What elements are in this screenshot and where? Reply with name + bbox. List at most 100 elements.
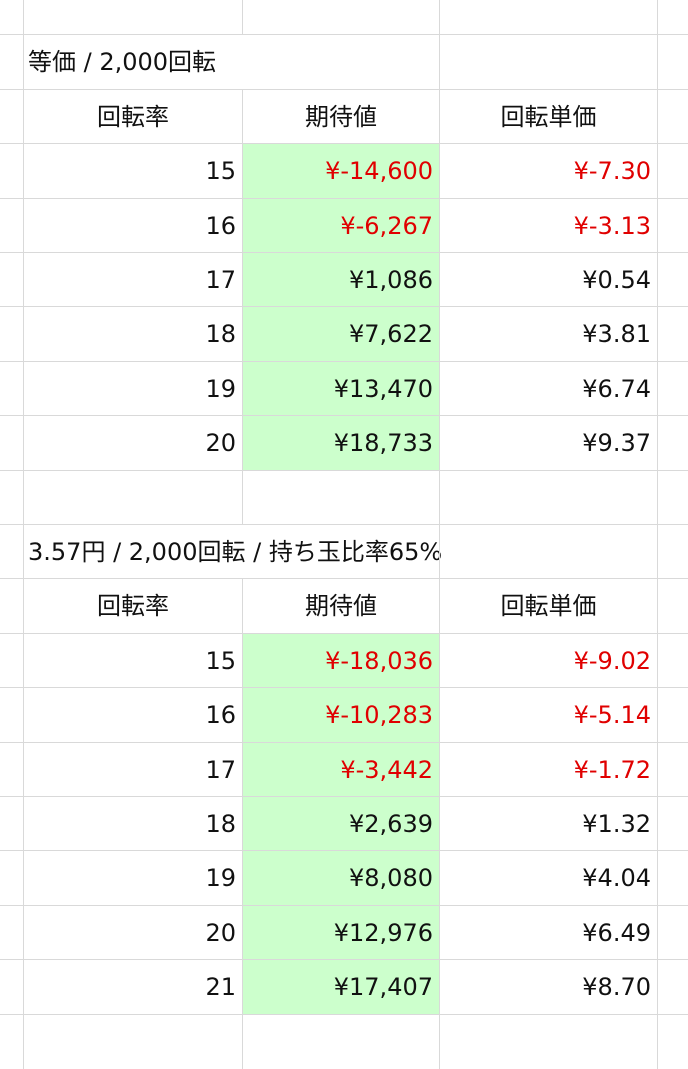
empty-cell[interactable] xyxy=(0,253,24,307)
empty-cell[interactable] xyxy=(243,35,440,90)
empty-cell[interactable] xyxy=(0,144,24,199)
unit-price-cell[interactable]: ¥1.32 xyxy=(440,797,658,851)
expected-value-cell[interactable]: ¥17,407 xyxy=(243,960,440,1015)
empty-cell[interactable] xyxy=(658,579,688,633)
empty-cell[interactable] xyxy=(658,362,688,416)
empty-cell[interactable] xyxy=(0,198,24,253)
rotation-rate-cell[interactable]: 15 xyxy=(24,633,243,688)
empty-cell[interactable] xyxy=(440,525,658,579)
unit-price-cell[interactable]: ¥-7.30 xyxy=(440,144,658,199)
empty-cell[interactable] xyxy=(658,851,688,905)
rotation-rate-cell[interactable]: 21 xyxy=(24,960,243,1015)
expected-value-cell[interactable]: ¥2,639 xyxy=(243,797,440,851)
rotation-rate-cell[interactable]: 19 xyxy=(24,851,243,906)
empty-cell[interactable] xyxy=(0,579,24,634)
empty-cell[interactable] xyxy=(0,742,24,797)
empty-cell[interactable] xyxy=(0,0,24,35)
empty-cell[interactable] xyxy=(658,471,688,525)
unit-price-cell[interactable]: ¥-1.72 xyxy=(440,742,658,797)
expected-value-cell[interactable]: ¥-14,600 xyxy=(243,144,440,199)
empty-cell[interactable] xyxy=(658,906,688,960)
empty-cell[interactable] xyxy=(243,525,440,579)
empty-cell[interactable] xyxy=(24,470,243,525)
empty-cell[interactable] xyxy=(0,797,24,851)
rotation-rate-cell[interactable]: 16 xyxy=(24,688,243,743)
empty-cell[interactable] xyxy=(658,634,688,688)
unit-price-cell[interactable]: ¥-9.02 xyxy=(440,633,658,688)
empty-cell[interactable] xyxy=(440,35,658,90)
unit-price-cell[interactable]: ¥6.74 xyxy=(440,361,658,416)
empty-cell[interactable] xyxy=(0,525,24,579)
rotation-rate-cell[interactable]: 15 xyxy=(24,144,243,199)
empty-cell[interactable] xyxy=(0,905,24,960)
empty-cell[interactable] xyxy=(440,0,658,35)
empty-cell[interactable] xyxy=(0,89,24,144)
header-unit-price[interactable]: 回転単価 xyxy=(440,579,658,634)
rotation-rate-cell[interactable]: 20 xyxy=(24,905,243,960)
empty-cell[interactable] xyxy=(658,144,688,198)
unit-price-cell[interactable]: ¥-5.14 xyxy=(440,688,658,743)
rotation-rate-cell[interactable]: 17 xyxy=(24,253,243,307)
empty-cell[interactable] xyxy=(658,90,688,144)
empty-cell[interactable] xyxy=(658,960,688,1014)
empty-cell[interactable] xyxy=(658,253,688,307)
rotation-rate-cell[interactable]: 17 xyxy=(24,742,243,797)
empty-cell[interactable] xyxy=(0,688,24,743)
expected-value-cell[interactable]: ¥12,976 xyxy=(243,905,440,960)
unit-price-cell[interactable]: ¥3.81 xyxy=(440,307,658,362)
header-expected-value[interactable]: 期待値 xyxy=(243,89,440,144)
unit-price-cell[interactable]: ¥6.49 xyxy=(440,905,658,960)
empty-cell[interactable] xyxy=(658,743,688,797)
empty-cell[interactable] xyxy=(243,0,440,35)
empty-cell[interactable] xyxy=(0,470,24,525)
empty-cell[interactable] xyxy=(0,307,24,362)
unit-price-cell[interactable]: ¥4.04 xyxy=(440,851,658,906)
empty-cell[interactable] xyxy=(658,797,688,851)
expected-value-cell[interactable]: ¥-18,036 xyxy=(243,633,440,688)
unit-price-cell[interactable]: ¥8.70 xyxy=(440,960,658,1015)
empty-cell[interactable] xyxy=(440,1014,658,1069)
expected-value-cell[interactable]: ¥7,622 xyxy=(243,307,440,362)
empty-cell[interactable] xyxy=(0,851,24,906)
header-expected-value[interactable]: 期待値 xyxy=(243,579,440,634)
empty-cell[interactable] xyxy=(0,416,24,471)
expected-value-cell[interactable]: ¥1,086 xyxy=(243,253,440,307)
unit-price-cell[interactable]: ¥9.37 xyxy=(440,416,658,471)
rotation-rate-cell[interactable]: 18 xyxy=(24,307,243,362)
empty-cell[interactable] xyxy=(0,361,24,416)
expected-value-cell[interactable]: ¥8,080 xyxy=(243,851,440,906)
empty-cell[interactable] xyxy=(24,1014,243,1069)
rotation-rate-cell[interactable]: 19 xyxy=(24,361,243,416)
empty-cell[interactable] xyxy=(658,35,688,89)
section-title[interactable]: 等価 / 2,000回転 xyxy=(24,35,243,89)
rotation-rate-cell[interactable]: 16 xyxy=(24,198,243,253)
section-title[interactable]: 3.57円 / 2,000回転 / 持ち玉比率65% xyxy=(24,525,442,579)
expected-value-cell[interactable]: ¥13,470 xyxy=(243,361,440,416)
empty-cell[interactable] xyxy=(440,470,658,525)
rotation-rate-cell[interactable]: 18 xyxy=(24,797,243,851)
empty-cell[interactable] xyxy=(0,960,24,1015)
empty-cell[interactable] xyxy=(658,525,688,579)
empty-cell[interactable] xyxy=(0,633,24,688)
unit-price-cell[interactable]: ¥-3.13 xyxy=(440,198,658,253)
empty-cell[interactable] xyxy=(24,0,243,35)
empty-cell[interactable] xyxy=(243,470,440,525)
empty-cell[interactable] xyxy=(658,199,688,253)
expected-value-cell[interactable]: ¥-6,267 xyxy=(243,198,440,253)
empty-cell[interactable] xyxy=(658,1015,688,1069)
expected-value-cell[interactable]: ¥-10,283 xyxy=(243,688,440,743)
empty-cell[interactable] xyxy=(658,416,688,470)
empty-cell[interactable] xyxy=(658,307,688,361)
empty-cell[interactable] xyxy=(0,35,24,90)
expected-value-cell[interactable]: ¥-3,442 xyxy=(243,742,440,797)
header-rotation-rate[interactable]: 回転率 xyxy=(24,89,243,144)
rotation-rate-cell[interactable]: 20 xyxy=(24,416,243,471)
header-rotation-rate[interactable]: 回転率 xyxy=(24,579,243,634)
unit-price-cell[interactable]: ¥0.54 xyxy=(440,253,658,307)
empty-cell[interactable] xyxy=(0,1014,24,1069)
header-unit-price[interactable]: 回転単価 xyxy=(440,89,658,144)
empty-cell[interactable] xyxy=(243,1014,440,1069)
empty-cell[interactable] xyxy=(658,688,688,742)
expected-value-cell[interactable]: ¥18,733 xyxy=(243,416,440,471)
empty-cell[interactable] xyxy=(658,0,688,35)
